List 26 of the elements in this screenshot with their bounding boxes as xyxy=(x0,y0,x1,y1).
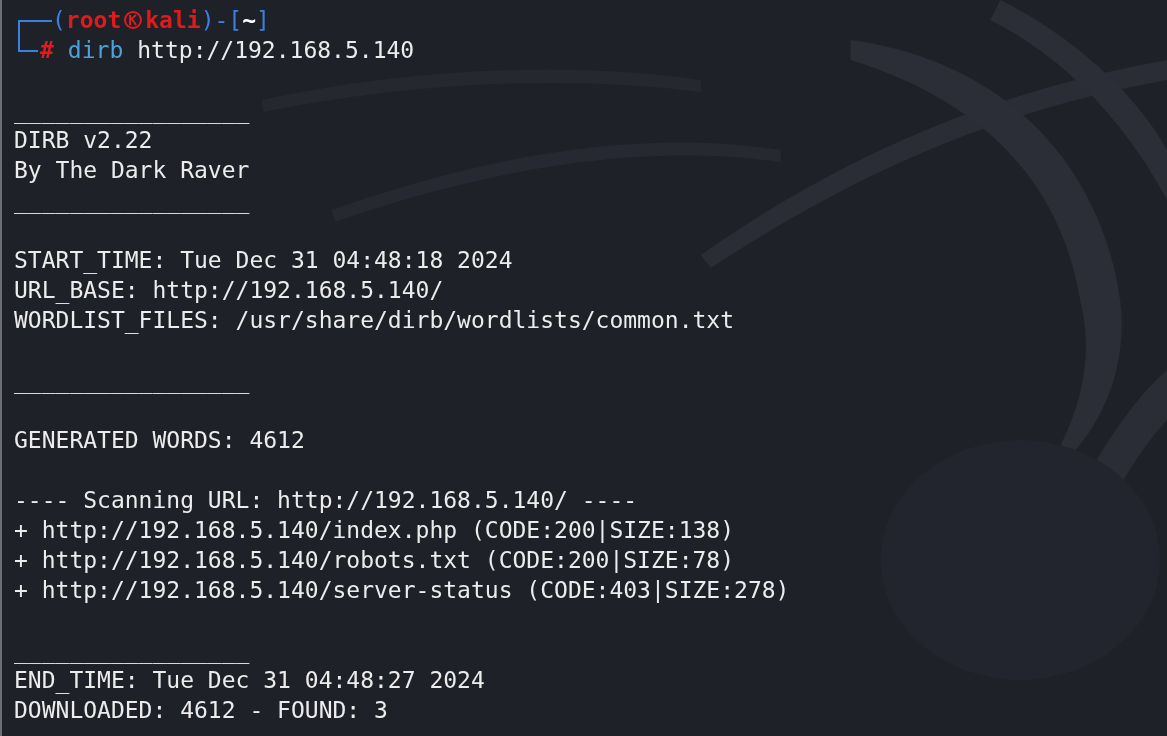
command-argument: http://192.168.5.140 xyxy=(137,36,415,65)
prompt-bracket: )-[ xyxy=(200,6,243,35)
output-line: DIRB v2.22 xyxy=(14,126,153,155)
prompt-directory: ~ xyxy=(242,6,257,35)
prompt-bracket: ( xyxy=(52,6,66,35)
prompt-bracket: ] xyxy=(256,6,270,35)
output-line: ---- Scanning URL: http://192.168.5.140/ ---- xyxy=(14,486,638,515)
prompt-user: root xyxy=(65,6,122,35)
command-name: dirb xyxy=(67,36,124,65)
output-line: GENERATED WORDS: 4612 xyxy=(14,426,305,455)
output-line: START_TIME: Tue Dec 31 04:48:18 2024 xyxy=(14,246,513,275)
output-line: + http://192.168.5.140/index.php (CODE:200|SIZE:138) xyxy=(14,516,735,545)
output-line: + http://192.168.5.140/server-status (CODE:403|SIZE:278) xyxy=(14,576,790,605)
output-rule: _________________ xyxy=(14,96,250,125)
output-line: URL_BASE: http://192.168.5.140/ xyxy=(14,276,444,305)
prompt-symbol: # xyxy=(40,36,54,65)
output-line: WORDLIST_FILES: /usr/share/dirb/wordlists/common.txt xyxy=(14,306,735,335)
output-line: + http://192.168.5.140/robots.txt (CODE:200|SIZE:78) xyxy=(14,546,735,575)
output-rule: _________________ xyxy=(14,636,250,665)
prompt-host: kali xyxy=(145,6,201,35)
output-line: DOWNLOADED: 4612 - FOUND: 3 xyxy=(14,696,388,725)
output-rule: _________________ xyxy=(14,186,250,215)
output-rule: _________________ xyxy=(14,366,250,395)
circle-k-icon xyxy=(123,10,144,30)
output-line: By The Dark Raver xyxy=(14,156,250,185)
output-line: END_TIME: Tue Dec 31 04:48:27 2024 xyxy=(14,666,485,695)
